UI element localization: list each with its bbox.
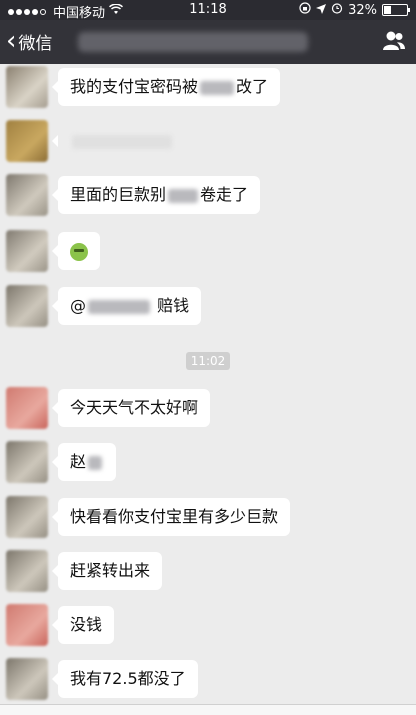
avatar[interactable] bbox=[6, 387, 48, 429]
message-bubble[interactable]: @ 赔钱 bbox=[51, 287, 202, 325]
redacted-name bbox=[88, 455, 103, 470]
orientation-lock-icon bbox=[299, 2, 311, 18]
message-bubble[interactable]: 快看看你支付宝里有多少巨款 bbox=[51, 498, 291, 536]
back-button[interactable]: ‹ 微信 bbox=[6, 28, 52, 54]
status-bar: 中国移动 11:18 32% bbox=[0, 0, 416, 21]
group-info-button[interactable] bbox=[382, 30, 406, 56]
angry-face-emoji-icon bbox=[70, 242, 88, 261]
message-bubble-emoji[interactable] bbox=[52, 232, 100, 270]
message-text: 我的支付宝密码被 bbox=[70, 77, 199, 96]
back-label: 微信 bbox=[18, 33, 53, 54]
timestamp: 11:02 bbox=[186, 352, 230, 370]
message-text: 赶紧转出来 bbox=[70, 561, 151, 580]
message-bubble[interactable]: 赶紧转出来 bbox=[51, 552, 163, 590]
alarm-icon bbox=[331, 2, 343, 18]
message-text: 我有72.5都没了 bbox=[70, 669, 186, 688]
message-text: @ bbox=[70, 296, 86, 315]
redacted-mention bbox=[88, 299, 150, 314]
avatar[interactable] bbox=[6, 441, 48, 483]
message-bubble[interactable]: 我有72.5都没了 bbox=[52, 660, 198, 698]
redacted-text bbox=[72, 134, 172, 149]
message-text: 赔钱 bbox=[152, 296, 190, 315]
message-text: 快看看你支付宝里有多少巨款 bbox=[70, 507, 279, 526]
redacted-name bbox=[200, 80, 235, 95]
contacts-icon bbox=[383, 31, 405, 50]
nav-bar: ‹ 微信 bbox=[0, 20, 416, 64]
message-bubble[interactable]: 赵 bbox=[51, 443, 117, 481]
message-text: 改了 bbox=[236, 77, 269, 96]
chevron-left-icon: ‹ bbox=[6, 26, 17, 56]
avatar[interactable] bbox=[6, 604, 48, 646]
message-bubble[interactable]: 没钱 bbox=[51, 606, 115, 644]
avatar[interactable] bbox=[6, 230, 48, 272]
location-icon bbox=[316, 3, 327, 18]
message-bubble[interactable]: 我的支付宝密码被 改了 bbox=[51, 68, 281, 106]
avatar[interactable] bbox=[6, 120, 48, 162]
battery-percent: 32% bbox=[348, 2, 377, 18]
message-text: 卷走了 bbox=[200, 185, 249, 204]
message-text: 赵 bbox=[70, 452, 87, 471]
input-bar-edge bbox=[0, 704, 416, 715]
avatar[interactable] bbox=[6, 550, 48, 592]
chat-title-redacted bbox=[78, 32, 308, 52]
avatar[interactable] bbox=[6, 174, 48, 216]
message-bubble[interactable]: 今天天气不太好啊 bbox=[51, 389, 211, 427]
battery-icon bbox=[382, 4, 410, 16]
avatar[interactable] bbox=[6, 285, 48, 327]
message-text: 里面的巨款别 bbox=[70, 185, 167, 204]
message-text: 没钱 bbox=[70, 615, 103, 634]
avatar[interactable] bbox=[6, 66, 48, 108]
message-bubble-redacted[interactable] bbox=[52, 122, 192, 160]
message-bubble[interactable]: 里面的巨款别 卷走了 bbox=[51, 176, 261, 214]
chat-area[interactable]: 我的支付宝密码被 改了 里面的巨款别 卷走了 @ 赔钱 11:02 今天天气不太好啊 bbox=[0, 64, 416, 715]
message-text: 今天天气不太好啊 bbox=[70, 398, 199, 417]
status-right: 32% bbox=[299, 2, 410, 18]
redacted-name bbox=[168, 188, 199, 203]
avatar[interactable] bbox=[6, 658, 48, 700]
avatar[interactable] bbox=[6, 496, 48, 538]
